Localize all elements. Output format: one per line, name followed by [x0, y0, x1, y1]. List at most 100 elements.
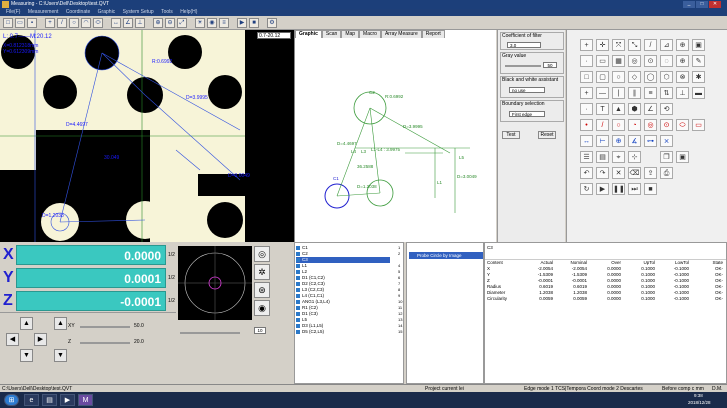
intersection-icon[interactable]: ⨯	[660, 135, 673, 147]
distance-tool-icon[interactable]: ↔	[111, 18, 121, 28]
crosshair-icon[interactable]: +	[580, 39, 593, 51]
line-icon[interactable]: /	[644, 39, 657, 51]
tab-map[interactable]: Map	[341, 30, 360, 38]
z-speed-slider[interactable]	[80, 342, 130, 344]
text-mode-icon[interactable]: ·	[580, 103, 593, 115]
close-button[interactable]: ✕	[709, 1, 721, 8]
z-down-arrow-icon[interactable]: ▼	[54, 349, 67, 362]
y-axis-value[interactable]: 0.0001	[16, 268, 166, 288]
angle-tool-icon[interactable]: ∠	[123, 18, 133, 28]
tab-array-measure[interactable]: Array Measure	[380, 30, 422, 38]
export-icon[interactable]: ⇪	[644, 167, 657, 179]
tab-report[interactable]: Report	[421, 30, 445, 38]
red-target-icon[interactable]: ◎	[644, 119, 657, 131]
menu-graphic[interactable]: Graphic	[98, 9, 116, 16]
browser-icon[interactable]: e	[24, 394, 39, 406]
origin-icon[interactable]: ⊹	[628, 151, 641, 163]
light-segment-icon[interactable]: ✲	[254, 264, 270, 280]
arrows-icon[interactable]: ⇅	[660, 87, 673, 99]
y-axis-unit[interactable]: 1/2	[168, 275, 175, 281]
folder-icon[interactable]: ▤	[42, 394, 57, 406]
measure-app-icon[interactable]: M	[78, 394, 93, 406]
point-tool-icon[interactable]: +	[45, 18, 55, 28]
boundary-select[interactable]: First edge	[509, 111, 545, 117]
tangent-icon[interactable]: ⊶	[644, 135, 657, 147]
media-icon[interactable]: ▶	[60, 394, 75, 406]
test-button[interactable]: Test	[502, 131, 520, 139]
play-icon[interactable]: ▶	[596, 183, 609, 195]
angle-measure-icon[interactable]: ∡	[628, 135, 641, 147]
bar-icon[interactable]: ▬	[692, 87, 705, 99]
coord-icon[interactable]: ⌖	[612, 151, 625, 163]
delete-icon[interactable]: ✕	[612, 167, 625, 179]
menu-system-setup[interactable]: System Setup	[123, 9, 154, 16]
perpendicular-icon[interactable]: ⊥	[676, 87, 689, 99]
stop-icon[interactable]: ■	[644, 183, 657, 195]
arc-tool-icon[interactable]: ◠	[81, 18, 91, 28]
ring-icon[interactable]: ⊙	[644, 55, 657, 67]
run-program-icon[interactable]: ▶	[237, 18, 247, 28]
circle-tool-icon[interactable]: ○	[69, 18, 79, 28]
loop-icon[interactable]: ↻	[580, 183, 593, 195]
zoom-out-icon[interactable]: ⊖	[165, 18, 175, 28]
list-item[interactable]: D5 (C2,L5) 15	[296, 329, 402, 335]
tab-graphic[interactable]: Graphic	[295, 30, 322, 38]
bw-select[interactable]: no use	[509, 87, 545, 93]
shape-list[interactable]: C1 1 C2 2 C3 3 L1 4 L2 5 D1 (C1,C2) 6 D2 (C2,C…	[294, 242, 404, 384]
box-icon[interactable]: □	[580, 71, 593, 83]
red-ring-icon[interactable]: ⊙	[660, 119, 673, 131]
star-icon[interactable]: ✱	[692, 71, 705, 83]
magnify-icon[interactable]: ⊕	[676, 39, 689, 51]
plus-icon[interactable]: +	[580, 87, 593, 99]
pause-icon[interactable]: ❚❚	[612, 183, 625, 195]
light-bottom-icon[interactable]: ◉	[254, 300, 270, 316]
stop-program-icon[interactable]: ■	[249, 18, 259, 28]
light-surface-icon[interactable]: ⊛	[254, 282, 270, 298]
maximize-button[interactable]: □	[696, 1, 708, 8]
undo-icon[interactable]: ↶	[580, 167, 593, 179]
z-up-arrow-icon[interactable]: ▲	[54, 317, 67, 330]
menu-tools[interactable]: Tools	[161, 9, 173, 16]
down-arrow-icon[interactable]: ▼	[20, 349, 33, 362]
fit-view-icon[interactable]: ⤢	[177, 18, 187, 28]
camera-icon[interactable]: ◉	[207, 18, 217, 28]
tab-macro[interactable]: Macro	[359, 30, 381, 38]
gray-value[interactable]: 50	[543, 62, 557, 68]
nut-icon[interactable]: ⬡	[660, 71, 673, 83]
grid-icon[interactable]: ▦	[612, 55, 625, 67]
x-axis-unit[interactable]: 1/2	[168, 252, 175, 258]
red-point-icon[interactable]: •	[580, 119, 593, 131]
point-icon[interactable]: ·	[580, 55, 593, 67]
coefficient-select[interactable]: 3.0	[507, 42, 541, 48]
distance-icon[interactable]: ↔	[580, 135, 593, 147]
ellipse-tool-icon[interactable]: ⬭	[93, 18, 103, 28]
frame-select-icon[interactable]: ▢	[596, 71, 609, 83]
menu-file[interactable]: File(F)	[6, 9, 20, 16]
red-line-icon[interactable]: /	[596, 119, 609, 131]
diamond-icon[interactable]: ◇	[628, 71, 641, 83]
red-arc-icon[interactable]: ◔	[628, 119, 641, 131]
light-ring-icon[interactable]: ◎	[254, 246, 270, 262]
rectangle-icon[interactable]: ▭	[596, 55, 609, 67]
up-arrow-icon[interactable]: ▲	[20, 317, 33, 330]
target-icon[interactable]: ◎	[628, 55, 641, 67]
x-axis-value[interactable]: 0.0000	[16, 245, 166, 265]
red-rectangle-icon[interactable]: ▭	[692, 119, 705, 131]
frame-icon[interactable]: ▣	[692, 39, 705, 51]
print-icon[interactable]: ⎙	[660, 167, 673, 179]
list-icon[interactable]: ☰	[580, 151, 593, 163]
light-slider[interactable]	[180, 332, 240, 334]
add-circle-icon[interactable]: ⊕	[676, 55, 689, 67]
auto-circle-icon[interactable]: ◌	[660, 55, 673, 67]
tab-scan[interactable]: Scan	[321, 30, 342, 38]
clear-icon[interactable]: ⌫	[628, 167, 641, 179]
step-icon[interactable]: ⏭	[628, 183, 641, 195]
hex-icon[interactable]: ⬢	[628, 103, 641, 115]
reset-button[interactable]: Reset	[538, 131, 556, 139]
folder-icon[interactable]: ▤	[596, 151, 609, 163]
minimize-button[interactable]: _	[683, 1, 695, 8]
camera-view[interactable]: L: 0.7------M:20.12 X=0.812318mm Y=0.612…	[0, 30, 294, 242]
cross-point-icon[interactable]: ✛	[596, 39, 609, 51]
red-circle-icon[interactable]: ○	[612, 119, 625, 131]
light-icon[interactable]: ☀	[195, 18, 205, 28]
